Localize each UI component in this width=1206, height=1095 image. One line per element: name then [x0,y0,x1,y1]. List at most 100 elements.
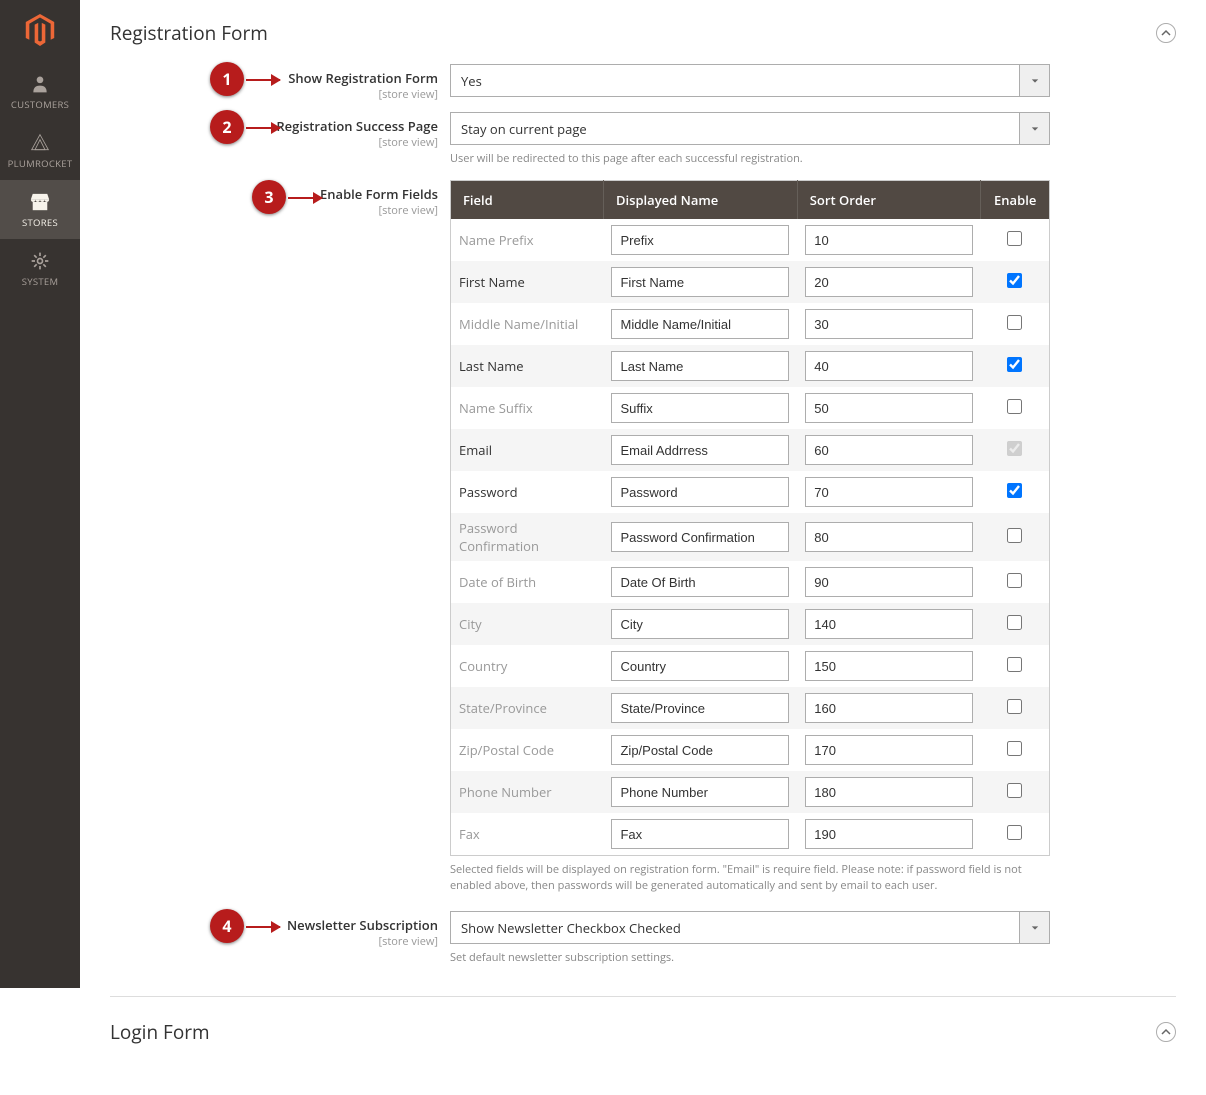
chevron-up-icon [1161,1027,1171,1037]
cell-displayed-name [603,345,797,387]
collapse-toggle[interactable] [1156,1022,1176,1042]
displayed-name-input[interactable] [611,351,789,381]
cell-field: Email [451,429,604,471]
sort-order-input[interactable] [805,651,973,681]
cell-field: Country [451,645,604,687]
sort-order-input[interactable] [805,567,973,597]
sort-order-input[interactable] [805,267,973,297]
row-show-registration: 1 Show Registration Form [store view] Ye… [110,64,1176,102]
cell-enable [981,561,1050,603]
enable-checkbox[interactable] [1007,699,1022,714]
cell-sort-order [797,345,981,387]
enable-checkbox[interactable] [1007,273,1022,288]
enable-checkbox[interactable] [1007,657,1022,672]
table-row: City [451,603,1050,645]
cell-displayed-name [603,219,797,261]
cell-displayed-name [603,645,797,687]
annotation-badge-1: 1 [210,62,244,96]
cell-displayed-name [603,261,797,303]
displayed-name-input[interactable] [611,435,789,465]
sort-order-input[interactable] [805,477,973,507]
enable-checkbox[interactable] [1007,231,1022,246]
collapse-toggle[interactable] [1156,23,1176,43]
cell-sort-order [797,729,981,771]
cell-field: Name Suffix [451,387,604,429]
displayed-name-input[interactable] [611,393,789,423]
row-enable-fields: 3 Enable Form Fields [store view] Field … [110,180,1176,893]
sort-order-input[interactable] [805,522,973,552]
sort-order-input[interactable] [805,819,973,849]
displayed-name-input[interactable] [611,267,789,297]
cell-field: City [451,603,604,645]
displayed-name-input[interactable] [611,819,789,849]
enable-checkbox[interactable] [1007,357,1022,372]
cell-displayed-name [603,813,797,856]
displayed-name-input[interactable] [611,477,789,507]
sort-order-input[interactable] [805,609,973,639]
sort-order-input[interactable] [805,309,973,339]
sort-order-input[interactable] [805,777,973,807]
select-value: Stay on current page [461,120,587,138]
cell-field: Middle Name/Initial [451,303,604,345]
th-enable: Enable [981,181,1050,220]
enable-checkbox[interactable] [1007,783,1022,798]
nav-system[interactable]: SYSTEM [0,239,80,298]
label-scope: [store view] [110,934,438,949]
cell-displayed-name [603,387,797,429]
nav-customers[interactable]: CUSTOMERS [0,62,80,121]
displayed-name-input[interactable] [611,609,789,639]
cell-enable [981,771,1050,813]
cell-field: Zip/Postal Code [451,729,604,771]
person-icon [30,74,50,94]
label-text: Enable Form Fields [320,185,438,203]
enable-checkbox[interactable] [1007,483,1022,498]
enable-checkbox[interactable] [1007,741,1022,756]
annotation-badge-4: 4 [210,909,244,943]
cell-sort-order [797,645,981,687]
nav-plumrocket[interactable]: PLUMROCKET [0,121,80,180]
annotation-arrow [246,127,280,129]
cell-sort-order [797,471,981,513]
cell-enable [981,429,1050,471]
sort-order-input[interactable] [805,693,973,723]
displayed-name-input[interactable] [611,522,789,552]
nav-label: CUSTOMERS [4,98,76,111]
sort-order-input[interactable] [805,735,973,765]
enable-checkbox[interactable] [1007,573,1022,588]
cell-displayed-name [603,687,797,729]
form-fields-table: Field Displayed Name Sort Order Enable N… [450,180,1050,856]
table-row: Middle Name/Initial [451,303,1050,345]
sort-order-input[interactable] [805,393,973,423]
th-displayed-name: Displayed Name [603,181,797,220]
cell-sort-order [797,387,981,429]
displayed-name-input[interactable] [611,309,789,339]
displayed-name-input[interactable] [611,225,789,255]
displayed-name-input[interactable] [611,567,789,597]
success-page-select[interactable]: Stay on current page [450,112,1050,145]
enable-checkbox[interactable] [1007,315,1022,330]
sort-order-input[interactable] [805,225,973,255]
enable-checkbox[interactable] [1007,615,1022,630]
cell-field: Name Prefix [451,219,604,261]
enable-checkbox[interactable] [1007,399,1022,414]
table-row: Password [451,471,1050,513]
show-registration-select[interactable]: Yes [450,64,1050,97]
cell-enable [981,813,1050,856]
displayed-name-input[interactable] [611,735,789,765]
enable-checkbox[interactable] [1007,528,1022,543]
displayed-name-input[interactable] [611,651,789,681]
enable-checkbox[interactable] [1007,825,1022,840]
nav-stores[interactable]: STORES [0,180,80,239]
th-field: Field [451,181,604,220]
cell-sort-order [797,603,981,645]
table-row: Date of Birth [451,561,1050,603]
sort-order-input[interactable] [805,435,973,465]
displayed-name-input[interactable] [611,777,789,807]
sort-order-input[interactable] [805,351,973,381]
cell-enable [981,729,1050,771]
cell-displayed-name [603,429,797,471]
newsletter-select[interactable]: Show Newsletter Checkbox Checked [450,911,1050,944]
cell-enable [981,513,1050,561]
displayed-name-input[interactable] [611,693,789,723]
label-scope: [store view] [110,135,438,150]
